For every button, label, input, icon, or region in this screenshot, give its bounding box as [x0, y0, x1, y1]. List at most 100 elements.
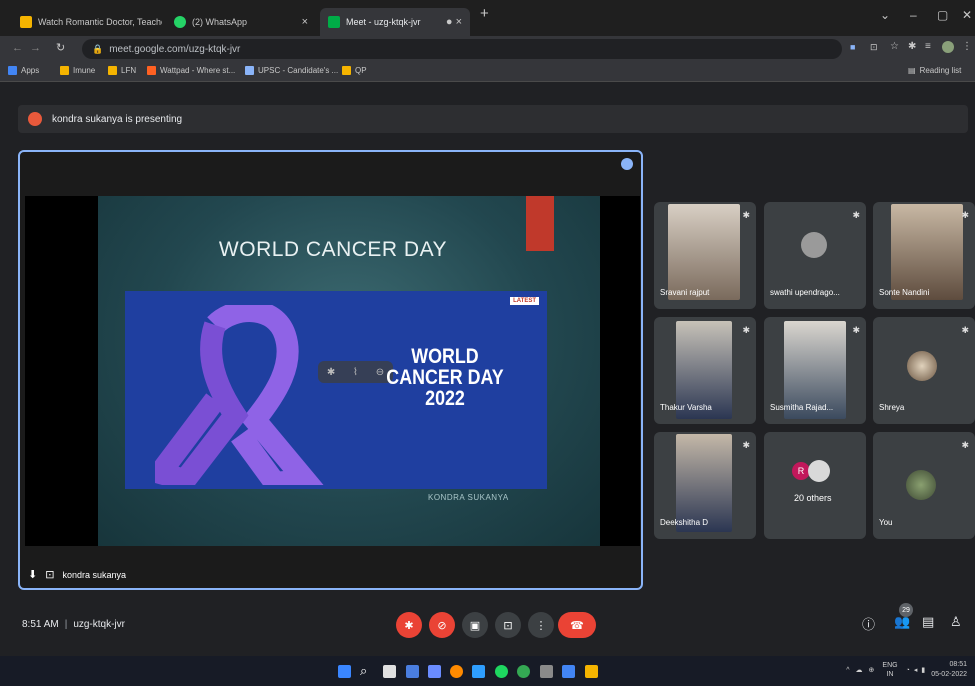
mic-off-icon: ✱ — [852, 210, 860, 220]
chat-icon[interactable]: ▤ — [922, 614, 934, 630]
participant-tile[interactable]: ✱ Susmitha Rajad... — [764, 317, 866, 424]
participant-name: Thakur Varsha — [660, 403, 712, 412]
close-window-button[interactable]: ✕ — [962, 8, 972, 22]
chrome-active-icon[interactable] — [562, 665, 575, 678]
cloud-icon[interactable]: ☁ — [856, 666, 863, 674]
clock-time: 08:51 — [949, 661, 967, 668]
clock[interactable]: 08:51 05-02-2022 — [931, 660, 967, 680]
battery-icon[interactable]: ▮ — [921, 666, 925, 674]
others-tile[interactable]: R 20 others — [764, 432, 866, 539]
back-arrow-icon[interactable]: ← — [12, 42, 23, 54]
bookmark-label: Wattpad - Where st... — [160, 66, 236, 75]
participant-tile[interactable]: ✱ Thakur Varsha — [654, 317, 756, 424]
slide-banner-image: LATEST ✱ ⌇ ⊖ WORLD CANCER DAY 2022 — [125, 291, 547, 489]
address-bar-row: ← → ↻ 🔒 meet.google.com/uzg-ktqk-jvr ■ ⊡… — [0, 36, 975, 62]
meeting-time: 8:51 AM — [22, 619, 59, 630]
bookmark-imune[interactable]: Imune — [60, 66, 95, 75]
bookmark-label: UPSC - Candidate's ... — [258, 66, 339, 75]
bookmark-qp[interactable]: QP — [342, 66, 367, 75]
new-tab-button[interactable]: + — [480, 5, 489, 22]
bookmark-upsc[interactable]: UPSC - Candidate's ... — [245, 66, 338, 75]
chevron-up-icon[interactable]: ^ — [846, 667, 849, 674]
windows-start-icon[interactable] — [338, 665, 351, 678]
chrome-icon[interactable] — [517, 665, 530, 678]
participant-tile[interactable]: ✱ Sonte Nandini — [873, 202, 975, 309]
pin-icon[interactable]: ✱ — [327, 367, 335, 378]
page-action-icon[interactable]: ⊡ — [870, 42, 878, 53]
chevron-down-icon[interactable]: ⌄ — [880, 8, 890, 22]
spotify-icon[interactable] — [495, 665, 508, 678]
folder-icon — [108, 66, 117, 75]
present-button[interactable]: ⊡ — [495, 612, 521, 638]
windows-taskbar: ⌕ ^ ☁ ⊕ ENG IN ◔ ◂ ▮ 08:51 05-02-2022 — [0, 656, 975, 686]
forward-arrow-icon[interactable]: → — [30, 42, 41, 54]
pin-icon[interactable]: ⬇ — [28, 568, 37, 581]
presentation-tile[interactable]: WORLD CANCER DAY LATEST ✱ ⌇ ⊖ WORLD CANC… — [18, 150, 643, 590]
more-options-button[interactable]: ⋮ — [528, 612, 554, 638]
app-icon[interactable] — [540, 665, 553, 678]
mic-off-button[interactable]: ✱ — [396, 612, 422, 638]
camera-off-icon: ⊘ — [437, 619, 447, 632]
captions-icon: ▣ — [469, 619, 481, 632]
activities-icon[interactable]: ♙ — [950, 614, 962, 630]
maximize-button[interactable]: ▢ — [937, 8, 948, 22]
folder-icon — [60, 66, 69, 75]
bookmark-lfn[interactable]: LFN — [108, 66, 136, 75]
present-screen-icon: ⊡ — [45, 569, 55, 581]
more-vert-icon: ⋮ — [535, 619, 547, 632]
volume-icon[interactable]: ◂ — [914, 666, 918, 674]
slide-author: KONDRA SUKANYA — [428, 493, 509, 502]
browser-tab-bar: Watch Romantic Doctor, Teacher × (2) Wha… — [0, 0, 975, 36]
language-indicator[interactable]: ENG IN — [882, 661, 897, 679]
star-icon[interactable]: ☆ — [890, 41, 899, 52]
mic-icon[interactable]: ⌇ — [353, 367, 358, 378]
presentation-slide: WORLD CANCER DAY LATEST ✱ ⌇ ⊖ WORLD CANC… — [98, 196, 600, 546]
minimize-button[interactable]: – — [910, 8, 917, 22]
self-tile[interactable]: ✱ You — [873, 432, 975, 539]
info-icon[interactable]: ⓘ — [862, 614, 875, 633]
upsc-icon — [245, 66, 254, 75]
people-icon[interactable]: 👥 — [894, 614, 910, 630]
tab-watch-romantic[interactable]: Watch Romantic Doctor, Teacher × — [12, 8, 162, 36]
participant-name: 20 others — [794, 493, 832, 503]
camera-off-button[interactable]: ⊘ — [429, 612, 455, 638]
close-icon[interactable]: × — [302, 16, 308, 28]
wifi-icon[interactable]: ◔ — [906, 667, 910, 674]
tab-favicon-icon — [20, 16, 32, 28]
folder-icon[interactable] — [585, 665, 598, 678]
queue-icon[interactable]: ≡ — [925, 41, 931, 52]
bookmark-wattpad[interactable]: Wattpad - Where st... — [147, 66, 235, 75]
url-input[interactable]: 🔒 meet.google.com/uzg-ktqk-jvr — [82, 39, 842, 59]
usb-icon[interactable]: ⊕ — [869, 666, 875, 674]
search-icon[interactable]: ⌕ — [360, 663, 367, 679]
phone-hangup-icon: ☎ — [570, 619, 584, 632]
file-explorer-icon[interactable] — [472, 665, 485, 678]
mic-off-icon: ✱ — [742, 325, 750, 335]
profile-avatar[interactable] — [942, 41, 954, 53]
mic-off-icon: ✱ — [961, 325, 969, 335]
close-icon[interactable]: ● × — [446, 16, 462, 28]
camera-icon[interactable]: ■ — [850, 42, 855, 52]
participant-avatar — [801, 232, 827, 258]
tab-meet[interactable]: Meet - uzg-ktqk-jvr ● × — [320, 8, 470, 36]
participant-tile[interactable]: ✱ Shreya — [873, 317, 975, 424]
bookmark-label: LFN — [121, 66, 137, 75]
pin-icon[interactable] — [621, 158, 633, 170]
reading-list-button[interactable]: ▤ Reading list — [908, 66, 961, 75]
extensions-icon[interactable]: ✱ — [908, 41, 916, 52]
chat-app-icon[interactable] — [428, 665, 441, 678]
tab-whatsapp[interactable]: (2) WhatsApp × — [166, 8, 316, 36]
bookmark-apps[interactable]: Apps — [8, 66, 39, 75]
participant-name: Sravani rajput — [660, 288, 710, 297]
captions-button[interactable]: ▣ — [462, 612, 488, 638]
task-view-icon[interactable] — [383, 665, 396, 678]
participant-tile[interactable]: ✱ Deekshitha D — [654, 432, 756, 539]
participant-tile[interactable]: ✱ Sravani rajput — [654, 202, 756, 309]
leave-call-button[interactable]: ☎ — [558, 612, 596, 638]
widgets-icon[interactable] — [406, 665, 419, 678]
firefox-icon[interactable] — [450, 665, 463, 678]
tab-label: Watch Romantic Doctor, Teacher — [38, 17, 162, 27]
menu-icon[interactable]: ⋮ — [962, 41, 972, 52]
participant-tile[interactable]: ✱ swathi upendrago... — [764, 202, 866, 309]
reload-icon[interactable]: ↻ — [56, 41, 65, 54]
